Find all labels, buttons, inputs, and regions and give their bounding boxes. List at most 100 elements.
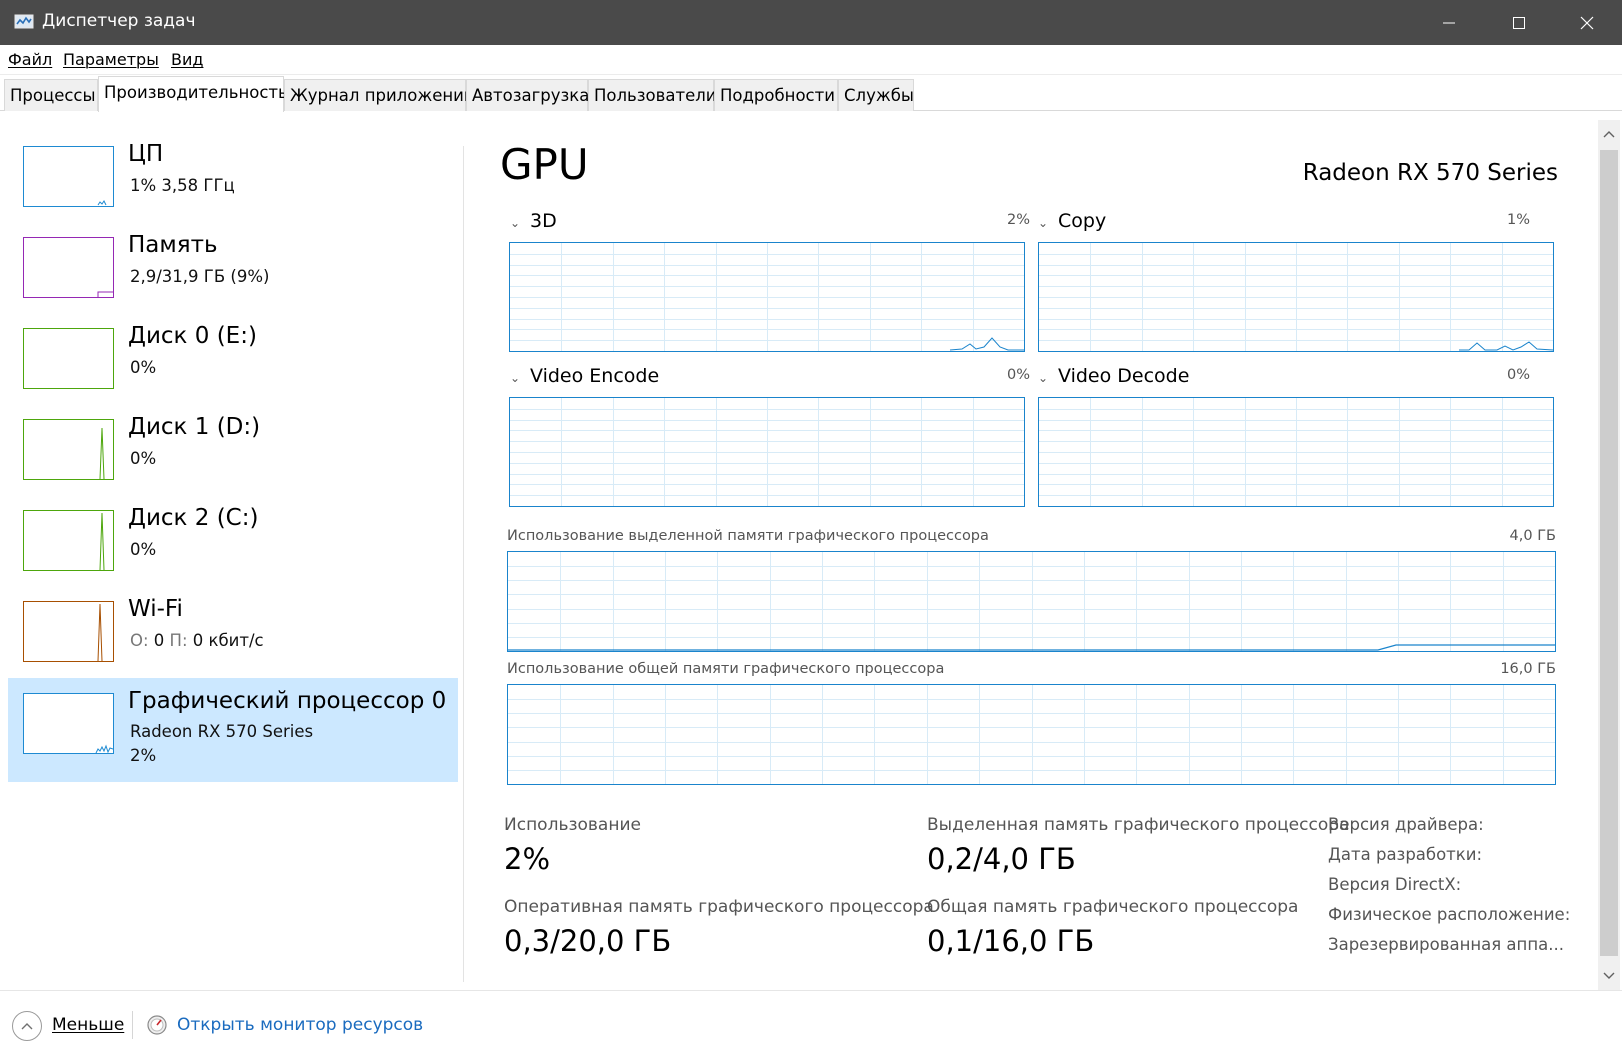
sidebar-item-value: 0% <box>130 449 157 468</box>
tab-users[interactable]: Пользователи <box>588 79 717 111</box>
tab-startup[interactable]: Автозагрузка <box>466 79 589 111</box>
engine-video-encode-graph <box>509 397 1025 507</box>
tab-processes[interactable]: Процессы <box>4 79 98 111</box>
chevron-up-icon <box>21 1023 33 1030</box>
chevron-down-icon: ⌄ <box>1038 216 1049 230</box>
resource-sidebar: ЦП 1% 3,58 ГГц Память 2,9/31,9 ГБ (9%) Д… <box>0 112 462 990</box>
open-resource-monitor-link[interactable]: Открыть монитор ресурсов <box>177 1015 423 1035</box>
sidebar-item-value: 2% <box>130 746 157 765</box>
window-title: Диспетчер задач <box>42 11 196 31</box>
engine-selector-video-decode[interactable]: ⌄ Video Decode <box>1038 365 1189 387</box>
menu-options[interactable]: Параметры <box>63 50 159 69</box>
maximize-icon <box>1513 16 1525 29</box>
menu-file[interactable]: Файл <box>8 50 52 69</box>
title-bar: Диспетчер задач <box>0 0 1622 45</box>
footer-divider <box>132 1011 133 1039</box>
engine-name: Video Encode <box>530 365 660 387</box>
chevron-down-icon: ⌄ <box>510 216 521 230</box>
engine-percent: 0% <box>1006 367 1030 383</box>
fewer-details-label[interactable]: Меньше <box>52 1015 124 1035</box>
shared-memory-value: 0,1/16,0 ГБ <box>927 924 1095 958</box>
sidebar-item-value: 0% <box>130 358 157 377</box>
sidebar-item-disk-2[interactable]: Диск 2 (C:) 0% <box>8 505 458 614</box>
engine-selector-copy[interactable]: ⌄ Copy <box>1038 210 1106 232</box>
dedicated-memory-value: 0,2/4,0 ГБ <box>927 842 1076 876</box>
engine-percent: 1% <box>1506 212 1530 228</box>
shared-memory-graph-label: Использование общей памяти графического … <box>507 661 945 677</box>
sidebar-item-label: Диск 0 (E:) <box>128 323 257 349</box>
disk-0-thumbnail-graph <box>23 328 114 389</box>
minimize-button[interactable] <box>1414 0 1484 45</box>
menu-bar: Файл Параметры Вид <box>0 45 1622 75</box>
vertical-scrollbar[interactable] <box>1598 120 1620 990</box>
chevron-down-icon: ⌄ <box>1038 371 1049 385</box>
send-label: О: <box>130 631 149 650</box>
utilization-label: Использование <box>504 815 641 835</box>
sidebar-item-cpu[interactable]: ЦП 1% 3,58 ГГц <box>8 141 458 250</box>
shared-memory-label: Общая память графического процессора <box>927 897 1299 917</box>
engine-selector-video-encode[interactable]: ⌄ Video Encode <box>510 365 659 387</box>
dedicated-memory-graph <box>507 551 1556 652</box>
cpu-thumbnail-graph <box>23 146 114 207</box>
tab-details[interactable]: Подробности <box>714 79 838 111</box>
sidebar-item-gpu-0[interactable]: Графический процессор 0 Radeon RX 570 Se… <box>8 678 458 782</box>
footer: Меньше Открыть монитор ресурсов <box>0 990 1622 1063</box>
shared-memory-graph-max: 16,0 ГБ <box>1500 661 1556 677</box>
receive-label: П: <box>169 631 188 650</box>
engine-name: Video Decode <box>1058 365 1190 387</box>
shared-memory-graph <box>507 684 1556 785</box>
receive-value: 0 кбит/с <box>192 631 264 650</box>
gpu-memory-label: Оперативная память графического процессо… <box>504 897 934 917</box>
chevron-up-icon <box>1603 131 1615 138</box>
scroll-thumb[interactable] <box>1600 150 1618 956</box>
engine-percent: 0% <box>1506 367 1530 383</box>
sidebar-item-value: 1% 3,58 ГГц <box>130 176 235 195</box>
minimize-icon <box>1443 22 1455 23</box>
pane-divider <box>463 146 464 982</box>
physical-location-label: Физическое расположение: <box>1328 905 1571 924</box>
sidebar-item-label: Графический процессор 0 <box>128 688 447 714</box>
scroll-up-button[interactable] <box>1598 120 1620 148</box>
driver-date-label: Дата разработки: <box>1328 845 1483 864</box>
dedicated-memory-graph-max: 4,0 ГБ <box>1509 528 1556 544</box>
resource-monitor-icon <box>147 1015 167 1035</box>
gpu-memory-value: 0,3/20,0 ГБ <box>504 924 672 958</box>
scroll-down-button[interactable] <box>1598 962 1620 990</box>
sidebar-item-value: 0% <box>130 540 157 559</box>
utilization-value: 2% <box>504 842 551 876</box>
sidebar-item-label: ЦП <box>128 141 164 167</box>
engine-name: 3D <box>530 210 557 232</box>
memory-thumbnail-graph <box>23 237 114 298</box>
maximize-button[interactable] <box>1484 0 1554 45</box>
sidebar-item-value: О: 0 П: 0 кбит/с <box>130 631 264 650</box>
engine-copy-graph <box>1038 242 1554 352</box>
tab-services[interactable]: Службы <box>838 79 914 111</box>
dedicated-memory-label: Выделенная память графического процессор… <box>927 815 1350 835</box>
dedicated-memory-graph-label: Использование выделенной памяти графичес… <box>507 528 989 544</box>
disk-2-thumbnail-graph <box>23 510 114 571</box>
disk-1-thumbnail-graph <box>23 419 114 480</box>
menu-view[interactable]: Вид <box>171 50 203 69</box>
tab-performance[interactable]: Производительность <box>98 76 288 112</box>
reserved-memory-label: Зарезервированная аппа... <box>1328 935 1564 954</box>
sidebar-item-label: Диск 2 (C:) <box>128 505 259 531</box>
engine-percent: 2% <box>1006 212 1030 228</box>
sidebar-item-value: 2,9/31,9 ГБ (9%) <box>130 267 270 286</box>
wifi-thumbnail-graph <box>23 601 114 662</box>
tab-app-history[interactable]: Журнал приложений <box>284 79 475 111</box>
sidebar-item-label: Память <box>128 232 218 258</box>
chevron-down-icon <box>1603 972 1615 979</box>
engine-name: Copy <box>1058 210 1107 232</box>
engine-selector-3d[interactable]: ⌄ 3D <box>510 210 557 232</box>
close-button[interactable] <box>1552 0 1622 45</box>
page-title: GPU <box>500 140 589 189</box>
tab-strip: Процессы Производительность Журнал прило… <box>0 76 1622 112</box>
sidebar-item-subtitle: Radeon RX 570 Series <box>130 722 314 741</box>
engine-3d-graph <box>509 242 1025 352</box>
engine-video-decode-graph <box>1038 397 1554 507</box>
fewer-details-button[interactable] <box>12 1011 42 1041</box>
task-manager-icon <box>14 14 34 29</box>
sidebar-item-label: Wi-Fi <box>128 596 183 622</box>
device-name: Radeon RX 570 Series <box>1302 160 1558 186</box>
driver-version-label: Версия драйвера: <box>1328 815 1484 834</box>
